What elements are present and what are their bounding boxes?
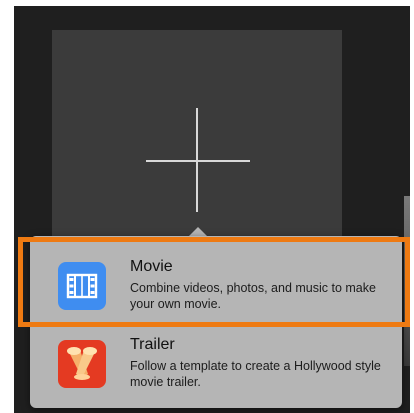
trailer-title: Trailer [130, 336, 175, 353]
movie-option-highlight [18, 237, 410, 327]
create-new-tile[interactable] [52, 30, 342, 245]
trailer-description: Follow a template to create a Hollywood … [130, 359, 381, 389]
plus-icon-horizontal [146, 160, 250, 162]
trailer-option[interactable]: Trailer Follow a template to create a Ho… [30, 328, 402, 408]
spotlights-icon [58, 340, 106, 388]
plus-icon [196, 108, 198, 212]
popover-arrow [189, 227, 207, 236]
